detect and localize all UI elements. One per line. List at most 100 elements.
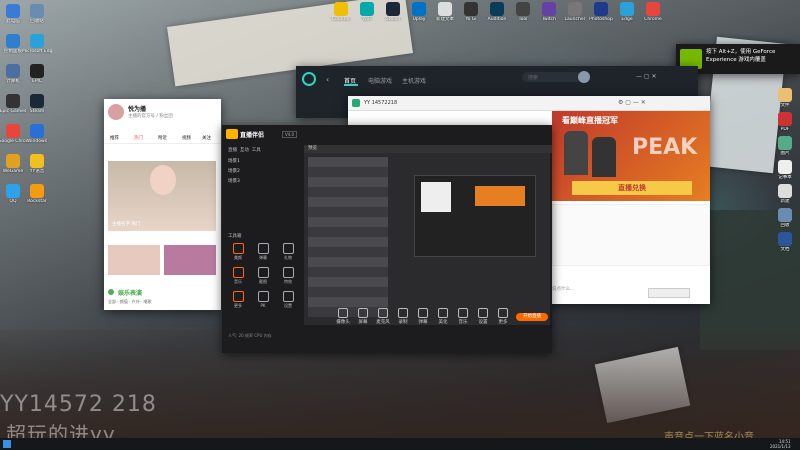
status-bar: 人气: 20 帧率 CPU 内存 — [228, 333, 272, 338]
desktop-icon[interactable]: 回收站 — [22, 4, 52, 24]
tool-label: 弹幕 — [259, 255, 267, 260]
app-icon — [334, 2, 348, 16]
tool-item[interactable]: 美颜 — [226, 243, 250, 261]
control-icon — [378, 308, 388, 318]
tab-follow[interactable]: 关注 — [202, 135, 211, 141]
stream-thumb-2[interactable] — [164, 245, 216, 275]
control-button[interactable]: 屏幕 — [352, 308, 374, 325]
tab-nearby[interactable]: 附近 — [158, 135, 167, 141]
control-button[interactable]: 更多 — [492, 308, 514, 325]
tool-item[interactable]: 音乐 — [226, 267, 250, 285]
control-label: 音乐 — [458, 320, 468, 325]
tool-label: 更多 — [234, 303, 242, 308]
scene-list[interactable]: 场景1 场景2 场景3 — [228, 157, 298, 197]
desktop-icon[interactable]: 文件 — [770, 88, 800, 108]
control-button[interactable]: 设置 — [472, 308, 494, 325]
featured-face — [150, 165, 176, 195]
desktop-icon-label: 文件 — [780, 103, 790, 108]
client-logo-icon — [302, 72, 316, 86]
tool-item[interactable]: 礼物 — [276, 243, 300, 261]
user-avatar[interactable] — [578, 71, 590, 83]
control-button[interactable]: 摄像头 — [332, 308, 354, 325]
tool-icon — [232, 291, 244, 302]
control-label: 设置 — [478, 320, 488, 325]
system-clock[interactable]: 14:51 2021/1/13 — [770, 439, 791, 449]
desktop-icon-label: 新建 — [780, 199, 790, 204]
start-live-button[interactable]: 开始直播 — [516, 313, 548, 321]
featured-stream-card[interactable]: 主播名字 热门 — [108, 161, 216, 231]
control-button[interactable]: 弹幕 — [412, 308, 434, 325]
desktop-icon[interactable]: Rockstar — [22, 184, 52, 204]
tool-item[interactable]: 设置 — [276, 291, 300, 309]
desktop-icon[interactable]: YY语音 — [22, 154, 52, 174]
desktop-icon[interactable]: 图片 — [770, 136, 800, 156]
desktop-icon[interactable]: PDF — [770, 112, 800, 132]
control-label: 屏幕 — [358, 320, 368, 325]
card1-label: 主播名字 热门 — [112, 222, 141, 227]
phone-app-window[interactable]: 悦为播 主播的官方号 / 粉丝团 推荐 热门 附近 视频 关注 主播名字 热门 … — [104, 99, 221, 310]
companion-tabs[interactable]: 直播 互动 工具 — [228, 147, 300, 155]
stream-banner[interactable]: 看巅峰直播冠军 PEAK 直播兑换 — [552, 111, 710, 201]
tool-label: 礼物 — [284, 255, 292, 260]
tab-recommend[interactable]: 推荐 — [110, 135, 119, 141]
section-tabs[interactable]: 全部 · 颜值 · 户外 · 唱歌 — [108, 299, 216, 307]
tool-item[interactable]: 截图 — [251, 267, 275, 285]
desktop-icon[interactable]: EPIC — [22, 64, 52, 84]
stream-window-controls[interactable]: ⚙ ▢ — ✕ — [618, 99, 646, 106]
tool-icon — [257, 243, 269, 254]
control-button[interactable]: 美化 — [432, 308, 454, 325]
app-icon — [778, 232, 792, 246]
app-icon — [30, 64, 44, 78]
desktop-icon[interactable]: Steam — [22, 94, 52, 114]
tool-item[interactable]: 更多 — [226, 291, 250, 309]
tool-item[interactable]: 弹幕 — [251, 243, 275, 261]
geforce-line-2: Experience 游戏内覆盖 — [706, 57, 766, 63]
desktop-icon[interactable]: Microsoft Edge — [22, 34, 52, 54]
desktop-icon[interactable]: 记事本 — [770, 160, 800, 180]
desktop-icon-label: 图片 — [780, 151, 790, 156]
app-icon — [778, 184, 792, 198]
desktop-icon[interactable]: 新建 — [770, 184, 800, 204]
control-label: 摄像头 — [336, 320, 350, 325]
control-icon — [358, 308, 368, 318]
chat-input[interactable]: 说点什么... — [552, 286, 662, 294]
stream-controls: 摄像头 屏幕 麦克风 录制 弹幕 美化 音乐 设置 更多 — [332, 308, 532, 326]
control-icon — [418, 308, 428, 318]
control-button[interactable]: 音乐 — [452, 308, 474, 325]
tool-item[interactable]: 特效 — [276, 267, 300, 285]
desktop-icon-label: 回收站 — [30, 19, 44, 24]
streamer-avatar[interactable] — [108, 104, 124, 120]
tool-item[interactable]: PK — [251, 291, 275, 308]
banner-sub[interactable]: 直播兑换 — [572, 181, 692, 195]
tab-hot[interactable]: 热门 — [134, 135, 143, 141]
desktop-icon-label: YY语音 — [29, 169, 45, 174]
control-label: 录制 — [398, 320, 408, 325]
watermark-id: YY14572 218 — [0, 392, 157, 417]
app-icon — [778, 160, 792, 174]
yy-companion-window[interactable]: 直播伴侣 V4.0 直播 互动 工具 场景1 场景2 场景3 工具箱 美颜 弹幕礼… — [222, 125, 552, 353]
window-controls[interactable]: — ▢ ✕ — [636, 73, 657, 80]
desktop-icon[interactable]: 文档 — [770, 232, 800, 252]
client-search-input[interactable]: 搜索 — [522, 72, 582, 82]
stream-thumb-1[interactable] — [108, 245, 160, 275]
stream-preview: 预览 — [304, 145, 552, 325]
control-button[interactable]: 录制 — [392, 308, 414, 325]
tab-video[interactable]: 视频 — [182, 135, 191, 141]
desktop-icon[interactable]: 回收 — [770, 208, 800, 228]
tool-icon — [282, 267, 294, 278]
nav-pc-games[interactable]: 电脑游戏 — [368, 76, 392, 85]
scene-item-2: 场景2 — [228, 169, 240, 174]
desktop-icon[interactable]: Chrome — [638, 2, 668, 22]
desktop-icon-label: 记事本 — [778, 175, 792, 180]
desktop-icon[interactable]: Windows — [22, 124, 52, 144]
control-button[interactable]: 麦克风 — [372, 308, 394, 325]
start-button-icon[interactable] — [3, 440, 11, 448]
desktop-icon-label: PDF — [780, 127, 790, 132]
chat-send-button[interactable] — [648, 288, 690, 298]
app-icon — [30, 94, 44, 108]
back-arrow-icon[interactable]: ‹ — [326, 75, 329, 84]
preview-desktop-icons — [308, 157, 388, 317]
desktop-icon-label: Windows — [26, 139, 48, 144]
control-icon — [438, 308, 448, 318]
nav-console-games[interactable]: 主机游戏 — [402, 76, 426, 85]
